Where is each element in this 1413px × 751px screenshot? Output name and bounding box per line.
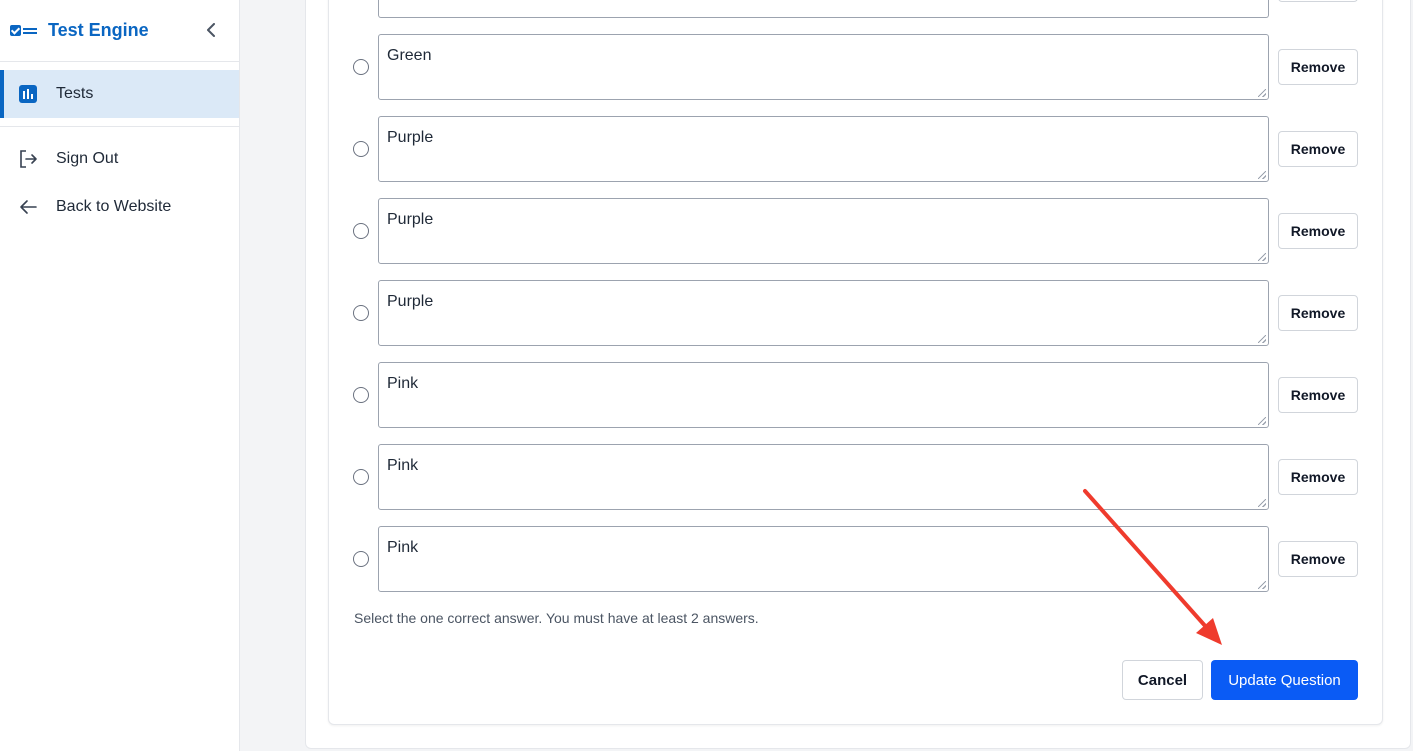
answer-radio[interactable] bbox=[353, 469, 369, 485]
sidebar-item-tests[interactable]: Tests bbox=[0, 70, 239, 118]
update-question-button[interactable]: Update Question bbox=[1211, 660, 1358, 700]
answer-radio[interactable] bbox=[353, 59, 369, 75]
answer-input[interactable]: Pink bbox=[378, 362, 1269, 428]
answer-row: Pink Remove bbox=[353, 444, 1358, 510]
remove-button[interactable]: Remove bbox=[1278, 541, 1358, 577]
chevron-left-icon[interactable] bbox=[201, 20, 221, 40]
remove-button[interactable]: Remove bbox=[1278, 377, 1358, 413]
answer-row: Purple Remove bbox=[353, 116, 1358, 182]
bar-chart-icon bbox=[18, 84, 38, 104]
sidebar: Test Engine Tests Sign Out Back to Websi… bbox=[0, 0, 240, 751]
answer-radio[interactable] bbox=[353, 387, 369, 403]
answer-radio[interactable] bbox=[353, 305, 369, 321]
sidebar-item-label: Sign Out bbox=[56, 150, 119, 167]
answer-row: Green Remove bbox=[353, 34, 1358, 100]
answer-row: Purple Remove bbox=[353, 280, 1358, 346]
answers-hint: Select the one correct answer. You must … bbox=[354, 610, 759, 626]
sidebar-item-label: Back to Website bbox=[56, 198, 172, 215]
answer-input[interactable]: Pink bbox=[378, 526, 1269, 592]
answer-input[interactable]: Purple bbox=[378, 198, 1269, 264]
answer-input[interactable]: Pink bbox=[378, 444, 1269, 510]
sidebar-item-sign-out[interactable]: Sign Out bbox=[0, 135, 239, 183]
remove-button[interactable]: Remove bbox=[1278, 49, 1358, 85]
brand-title: Test Engine bbox=[48, 20, 149, 40]
answer-row: Purple Remove bbox=[353, 198, 1358, 264]
sidebar-divider bbox=[0, 126, 239, 127]
cancel-button[interactable]: Cancel bbox=[1122, 660, 1203, 700]
answer-radio[interactable] bbox=[353, 223, 369, 239]
answer-radio[interactable] bbox=[353, 551, 369, 567]
answer-input-partial[interactable] bbox=[378, 0, 1269, 18]
remove-button[interactable]: Remove bbox=[1278, 295, 1358, 331]
answer-input[interactable]: Purple bbox=[378, 280, 1269, 346]
remove-button[interactable]: Remove bbox=[1278, 213, 1358, 249]
answer-input[interactable]: Purple bbox=[378, 116, 1269, 182]
remove-button[interactable]: Remove bbox=[1278, 459, 1358, 495]
arrow-left-icon bbox=[18, 197, 38, 217]
brand-header: Test Engine bbox=[0, 0, 239, 62]
sign-out-icon bbox=[18, 149, 38, 169]
sidebar-item-back-to-website[interactable]: Back to Website bbox=[0, 183, 239, 231]
answer-input[interactable]: Green bbox=[378, 34, 1269, 100]
remove-button-partial[interactable] bbox=[1278, 0, 1358, 2]
answer-row: Pink Remove bbox=[353, 362, 1358, 428]
brand-logo bbox=[10, 24, 38, 38]
remove-button[interactable]: Remove bbox=[1278, 131, 1358, 167]
sidebar-item-label: Tests bbox=[56, 85, 94, 102]
answer-radio[interactable] bbox=[353, 141, 369, 157]
answer-row: Pink Remove bbox=[353, 526, 1358, 592]
